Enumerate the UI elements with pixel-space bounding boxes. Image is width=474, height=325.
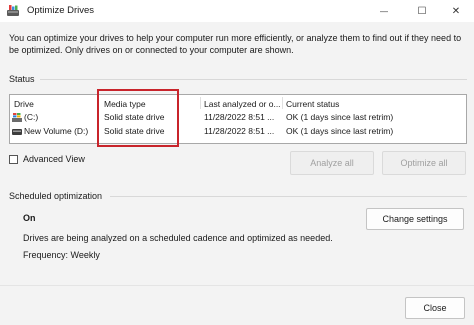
drive-name: (C:) bbox=[24, 112, 39, 122]
minimize-button[interactable]: — bbox=[366, 0, 402, 22]
current-status-cell: OK (1 days since last retrim) bbox=[286, 112, 394, 122]
optimize-drives-app-icon bbox=[7, 5, 19, 16]
analyze-all-button[interactable]: Analyze all bbox=[290, 151, 374, 175]
current-status-cell: OK (1 days since last retrim) bbox=[286, 126, 394, 136]
drives-list[interactable]: Drive Media type Last analyzed or o... C… bbox=[9, 94, 467, 144]
window-close-button[interactable]: ✕ bbox=[438, 0, 474, 22]
schedule-description: Drives are being analyzed on a scheduled… bbox=[23, 233, 333, 243]
windows-drive-icon bbox=[12, 113, 22, 123]
close-button[interactable]: Close bbox=[405, 297, 465, 319]
window-title: Optimize Drives bbox=[27, 5, 95, 16]
minimize-icon: — bbox=[380, 6, 388, 16]
column-header-drive[interactable]: Drive bbox=[14, 99, 34, 109]
intro-description: You can optimize your drives to help you… bbox=[9, 33, 462, 55]
drive-name: New Volume (D:) bbox=[24, 126, 89, 136]
schedule-frequency: Frequency: Weekly bbox=[23, 250, 100, 260]
close-icon: ✕ bbox=[451, 5, 461, 17]
column-header-last-analyzed[interactable]: Last analyzed or o... bbox=[204, 99, 281, 109]
last-analyzed-cell: 11/28/2022 8:51 ... bbox=[204, 112, 275, 122]
media-type-highlight-box bbox=[97, 89, 179, 147]
scheduled-section-label: Scheduled optimization bbox=[9, 191, 103, 201]
advanced-view-label[interactable]: Advanced View bbox=[23, 154, 85, 164]
change-settings-button[interactable]: Change settings bbox=[366, 208, 464, 230]
title-bar: Optimize Drives — ☐ ✕ bbox=[0, 0, 474, 22]
advanced-view-checkbox[interactable]: Advanced View bbox=[9, 154, 85, 164]
maximize-icon: ☐ bbox=[417, 5, 427, 17]
last-analyzed-cell: 11/28/2022 8:51 ... bbox=[204, 126, 275, 136]
maximize-button[interactable]: ☐ bbox=[404, 0, 440, 22]
column-separator[interactable] bbox=[200, 97, 201, 109]
scheduled-divider bbox=[110, 196, 467, 197]
checkbox-box[interactable] bbox=[9, 154, 18, 164]
status-section-label: Status bbox=[9, 74, 35, 84]
optimize-all-button[interactable]: Optimize all bbox=[382, 151, 466, 175]
footer-divider bbox=[0, 285, 474, 286]
column-header-current-status[interactable]: Current status bbox=[286, 99, 339, 109]
status-divider bbox=[40, 79, 467, 80]
column-separator[interactable] bbox=[282, 97, 283, 109]
drive-icon bbox=[12, 128, 22, 135]
schedule-state: On bbox=[23, 213, 36, 223]
